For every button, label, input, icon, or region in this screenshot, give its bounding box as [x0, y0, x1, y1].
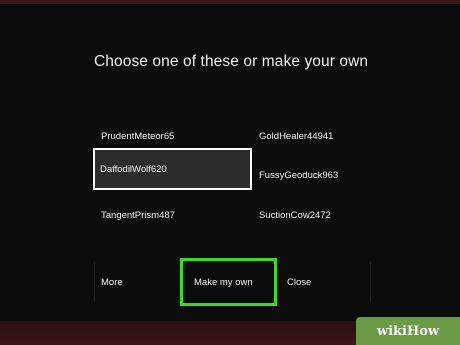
gamertag-option-6[interactable]: SuctionCow2472	[252, 195, 370, 235]
top-edge-strip	[0, 0, 460, 4]
dialog-title: Choose one of these or make your own	[94, 53, 369, 70]
more-button[interactable]: More	[94, 258, 179, 306]
column-divider	[370, 262, 371, 302]
gamertag-option-3-selected[interactable]: DaffodilWolf620	[93, 148, 252, 190]
gamertag-option-5[interactable]: TangentPrism487	[94, 195, 252, 235]
make-my-own-button[interactable]: Make my own	[180, 258, 277, 306]
wikihow-watermark: wikiHow	[356, 317, 460, 345]
close-button[interactable]: Close	[279, 258, 369, 306]
gamertag-option-4[interactable]: FussyGeoduck963	[252, 155, 370, 195]
gamertag-option-2[interactable]: GoldHealer44941	[252, 116, 370, 156]
